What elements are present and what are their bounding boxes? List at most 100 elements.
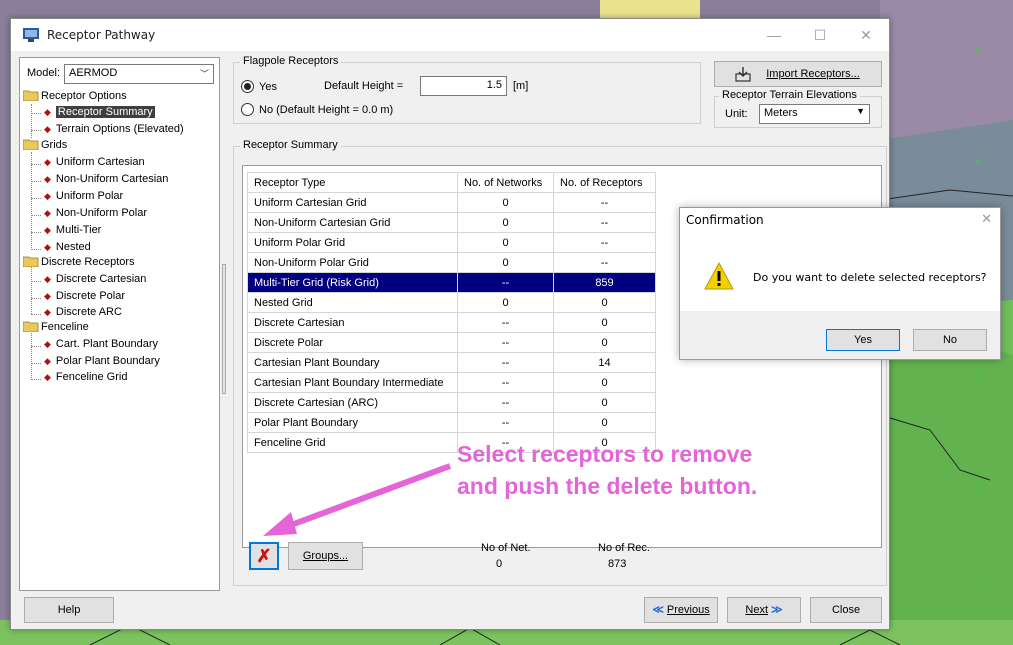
rec-count-value: 873 [608,558,627,570]
close-button[interactable]: Close [810,597,882,623]
terrain-group-label: Receptor Terrain Elevations [719,89,860,101]
tree-item-uniform-polar[interactable]: ◆ Uniform Polar [44,190,123,206]
diamond-icon: ◆ [44,242,51,252]
cell-networks: 0 [457,232,554,253]
cell-networks: -- [457,352,554,373]
flagpole-no-radio[interactable] [241,103,254,116]
tree-folder-grids[interactable]: Grids [23,139,67,155]
previous-button[interactable]: ≪ Previous [644,597,718,623]
window-title: Receptor Pathway [47,28,156,42]
app-icon [23,28,39,42]
cell-receptor-type: Fenceline Grid [247,432,458,453]
import-receptors-button[interactable]: Import Receptors... [714,61,882,87]
chevron-down-icon: ﹀ [199,69,209,79]
cell-networks: -- [457,392,554,413]
table-row[interactable]: Non-Uniform Cartesian Grid 0 -- [247,212,656,233]
table-row[interactable]: Uniform Polar Grid 0 -- [247,232,656,253]
help-button[interactable]: Help [24,597,114,623]
table-row[interactable]: Discrete Cartesian -- 0 [247,312,656,333]
table-row[interactable]: Discrete Polar -- 0 [247,332,656,353]
model-value: AERMOD [69,67,118,79]
summary-group-label: Receptor Summary [240,139,341,151]
model-select[interactable]: AERMOD ﹀ [64,64,214,84]
table-row[interactable]: Cartesian Plant Boundary -- 14 [247,352,656,373]
groups-button[interactable]: Groups... [288,542,363,570]
column-header-receptor-type[interactable]: Receptor Type [247,172,458,193]
table-row[interactable]: Non-Uniform Polar Grid 0 -- [247,252,656,273]
cell-receptors: 0 [553,312,656,333]
tree-item-multi-tier[interactable]: ◆ Multi-Tier [44,224,101,240]
tree-item-cart-plant-boundary[interactable]: ◆ Cart. Plant Boundary [44,338,158,354]
tree-folder-fenceline[interactable]: Fenceline [23,321,89,337]
cell-receptor-type: Cartesian Plant Boundary Intermediate [247,372,458,393]
dialog-title: Confirmation [686,213,764,227]
table-row[interactable]: Multi-Tier Grid (Risk Grid) -- 859 [247,272,656,293]
folder-icon [23,90,39,101]
column-header-receptors[interactable]: No. of Receptors [553,172,656,193]
cell-receptors: -- [553,192,656,213]
tree-item-fenceline-grid[interactable]: ◆ Fenceline Grid [44,371,127,387]
folder-icon [23,256,39,267]
svg-text:+: + [975,44,982,58]
next-arrow-icon: ≫ [771,604,783,616]
flagpole-group: Flagpole Receptors Yes Default Height = … [233,55,701,124]
tree-item-uniform-cartesian[interactable]: ◆ Uniform Cartesian [44,156,145,172]
table-row[interactable]: Cartesian Plant Boundary Intermediate -- 0 [247,372,656,393]
column-header-networks[interactable]: No. of Networks [457,172,554,193]
dialog-message: Do you want to delete selected receptors… [753,271,987,284]
cell-networks: -- [457,412,554,433]
tree-folder-receptor-options[interactable]: Receptor Options [23,90,127,106]
table-row[interactable]: Polar Plant Boundary -- 0 [247,412,656,433]
tree-item-discrete-cartesian[interactable]: ◆ Discrete Cartesian [44,273,146,289]
receptor-summary-table: Receptor Type No. of Networks No. of Rec… [247,172,656,453]
flagpole-no-label: No (Default Height = 0.0 m) [259,104,394,116]
flagpole-yes-radio[interactable] [241,80,254,93]
cell-networks: -- [457,332,554,353]
table-row[interactable]: Discrete Cartesian (ARC) -- 0 [247,392,656,413]
net-count-label: No of Net. [481,542,531,554]
annotation-callout: Select receptors to remove and push the … [457,438,757,502]
maximize-button[interactable]: ☐ [797,19,843,51]
tree-item-terrain-options[interactable]: ◆ Terrain Options (Elevated) [44,123,184,139]
terrain-elevations-group: Receptor Terrain Elevations Unit: Meters… [714,89,882,128]
tree-item-non-uniform-cartesian[interactable]: ◆ Non-Uniform Cartesian [44,173,168,189]
dialog-close-icon[interactable]: ✕ [981,211,992,227]
diamond-icon: ◆ [44,339,51,349]
table-row[interactable]: Nested Grid 0 0 [247,292,656,313]
cell-receptor-type: Non-Uniform Polar Grid [247,252,458,273]
dialog-no-button[interactable]: No [913,329,987,351]
diamond-icon: ◆ [44,307,51,317]
cell-receptors: 0 [553,372,656,393]
cell-networks: 0 [457,192,554,213]
tree-item-receptor-summary[interactable]: ◆ Receptor Summary [44,106,155,122]
close-window-button[interactable]: ✕ [843,19,889,51]
tree-item-discrete-polar[interactable]: ◆ Discrete Polar [44,290,125,306]
diamond-icon: ◆ [44,291,51,301]
tree-folder-discrete-receptors[interactable]: Discrete Receptors [23,256,135,272]
delete-receptors-button[interactable]: ✗ [249,542,279,570]
tree-item-discrete-arc[interactable]: ◆ Discrete ARC [44,306,122,322]
svg-text:+: + [975,479,982,493]
diamond-icon: ◆ [44,372,51,382]
dialog-yes-button[interactable]: Yes [826,329,900,351]
tree-item-nested[interactable]: ◆ Nested [44,241,91,257]
navigation-panel: Model: AERMOD ﹀ Receptor Options ◆ Recept… [19,57,220,591]
default-height-input[interactable]: 1.5 [420,76,507,96]
diamond-icon: ◆ [44,208,51,218]
terrain-unit-select[interactable]: Meters ▼ [759,104,870,124]
dropdown-arrow-icon: ▼ [856,106,865,116]
cell-receptor-type: Non-Uniform Cartesian Grid [247,212,458,233]
rec-count-label: No of Rec. [598,542,650,554]
cell-receptor-type: Uniform Polar Grid [247,232,458,253]
table-row[interactable]: Uniform Cartesian Grid 0 -- [247,192,656,213]
cell-receptors: 0 [553,332,656,353]
confirmation-dialog: Confirmation ✕ Do you want to delete sel… [679,207,1001,360]
previous-arrow-icon: ≪ [652,604,664,616]
dialog-footer: Yes No [680,311,1000,359]
diamond-icon: ◆ [44,124,51,134]
tree-item-non-uniform-polar[interactable]: ◆ Non-Uniform Polar [44,207,147,223]
panel-splitter[interactable] [222,264,226,394]
minimize-button[interactable]: — [751,19,797,51]
next-button[interactable]: Next ≫ [727,597,801,623]
tree-item-polar-plant-boundary[interactable]: ◆ Polar Plant Boundary [44,355,160,371]
